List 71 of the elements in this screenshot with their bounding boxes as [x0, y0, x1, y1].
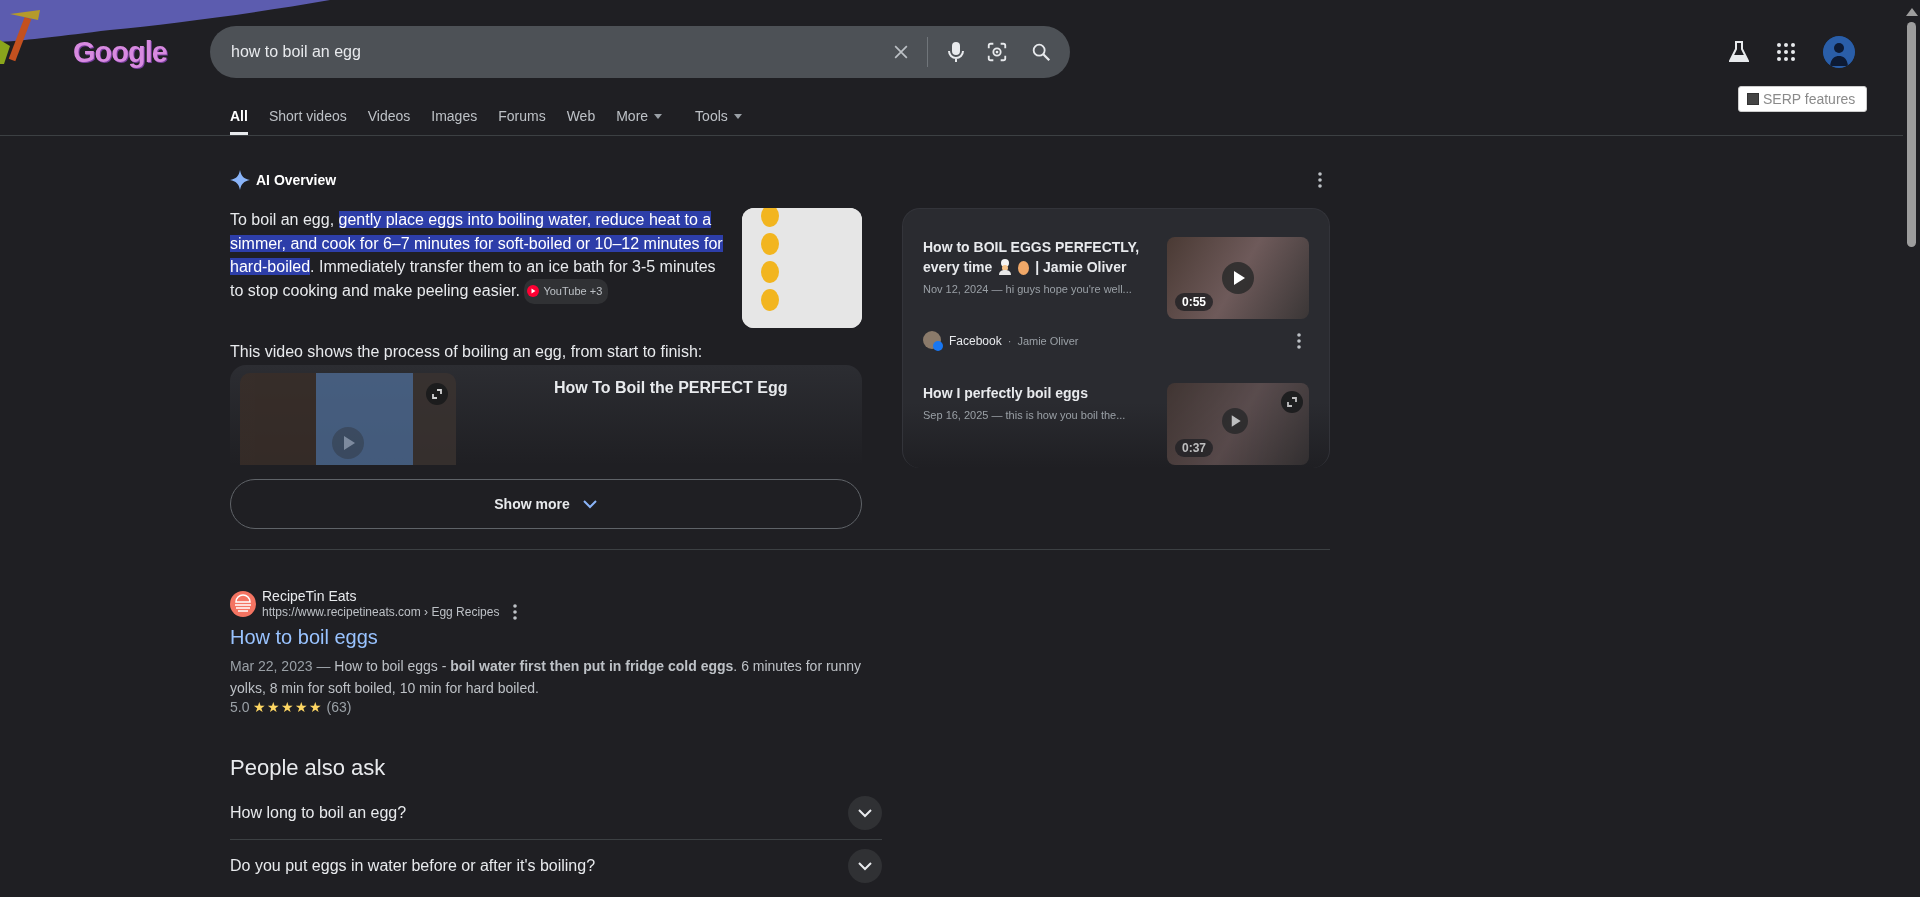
site-name: RecipeTin Eats — [262, 588, 358, 604]
video-title[interactable]: every time — [923, 257, 993, 277]
separator: · — [1007, 335, 1012, 347]
tab[interactable]: Videos — [367, 108, 411, 135]
video-snippet: Nov 12, 2024 — hi guys hope you're well... — [923, 283, 1133, 295]
question-text[interactable]: Do you put eggs in water before or after it's boiling? — [230, 857, 596, 875]
review-count: (63) — [326, 699, 352, 715]
expand-icon[interactable] — [1281, 391, 1303, 413]
chevron-down-icon — [857, 861, 873, 871]
source-name[interactable]: Facebook — [949, 334, 1002, 348]
tab[interactable]: Web — [566, 108, 596, 135]
result-snippet: Mar 22, 2023 — How to boil eggs - boil water first then put in fridge cold eggs. 6 minutes for runny yolks, 8 min for soft boiled, 10 min for hard boiled. — [230, 657, 862, 698]
source-link[interactable]: YouTube +3 — [524, 278, 609, 304]
search-input[interactable]: how to boil an egg — [231, 43, 891, 61]
expand-icon[interactable] — [426, 383, 448, 405]
tab[interactable]: More — [616, 108, 663, 135]
egg-icon — [1018, 259, 1030, 275]
video-title[interactable]: How I perfectly boil eggs — [923, 383, 1153, 403]
result-link[interactable]: How to boil eggs — [230, 626, 1330, 649]
video-thumbnail[interactable]: 0:55 — [1167, 237, 1309, 319]
apps-grid-icon[interactable] — [1777, 43, 1795, 61]
profile-icon — [923, 331, 943, 351]
tab[interactable]: Short videos — [268, 108, 347, 135]
rating-text: 5.0 — [230, 699, 250, 715]
video-card[interactable]: How To Boil the PERFECT Egg — [230, 365, 862, 465]
video-title: How To Boil the PERFECT Egg — [554, 379, 788, 398]
site-url: https://www.recipetineats.com › Egg Recipes — [262, 605, 500, 619]
star-icon: ★ — [309, 699, 323, 715]
expand-button[interactable] — [848, 796, 882, 830]
question-text[interactable]: How long to boil an egg? — [230, 804, 407, 822]
site-favicon — [230, 591, 256, 617]
duration-badge: 0:37 — [1175, 439, 1214, 457]
channel-name: | Jamie Oliver — [1035, 258, 1127, 277]
chevron-down-icon — [581, 499, 598, 509]
camera-search-icon[interactable] — [986, 41, 1008, 63]
youtube-icon — [527, 285, 540, 298]
author-name: Jamie Oliver — [1017, 335, 1079, 347]
avatar-icon[interactable] — [1823, 36, 1855, 68]
star-icon: ★ — [281, 699, 295, 715]
chevron-down-icon — [857, 808, 873, 818]
star-icon: ★ — [267, 699, 281, 715]
video-intro-text: This video shows the process of boiling an egg, from start to finish: — [230, 343, 704, 361]
star-icon: ★ — [253, 699, 267, 715]
duration-badge: 0:55 — [1175, 293, 1214, 311]
video-thumbnail[interactable]: 0:37 — [1167, 383, 1309, 465]
show-more-button[interactable]: Show more — [230, 479, 862, 529]
video-thumbnail[interactable] — [240, 373, 456, 465]
search-icon[interactable] — [1030, 41, 1052, 63]
more-options-icon[interactable] — [1297, 333, 1301, 349]
search-field[interactable]: how to boil an egg — [210, 26, 1070, 78]
expand-button[interactable] — [848, 849, 882, 883]
section-heading: People also ask — [230, 755, 387, 781]
google-logo[interactable]: Google — [73, 35, 177, 69]
tab[interactable]: Images — [431, 108, 478, 135]
microphone-icon[interactable] — [948, 41, 964, 63]
video-title[interactable]: How to BOIL EGGS PERFECTLY, — [923, 237, 1153, 257]
scroll-up-icon[interactable] — [1905, 8, 1918, 16]
tab[interactable]: Tools — [695, 108, 742, 135]
star-icon: ★ — [295, 699, 309, 715]
video-snippet: Sep 16, 2025 — this is how you boil the... — [923, 409, 1127, 421]
play-icon[interactable] — [1222, 262, 1254, 294]
more-options-icon[interactable] — [1318, 172, 1322, 188]
flask-icon[interactable] — [1729, 41, 1749, 63]
tab[interactable]: Forums — [498, 108, 546, 135]
sparkle-icon — [230, 170, 250, 190]
tab[interactable]: All — [230, 108, 248, 135]
chef-icon — [998, 259, 1013, 275]
more-options-icon[interactable] — [513, 604, 518, 620]
section-title: AI Overview — [256, 172, 337, 188]
scrollbar-thumb[interactable] — [1907, 22, 1916, 247]
play-icon[interactable] — [1222, 408, 1248, 434]
